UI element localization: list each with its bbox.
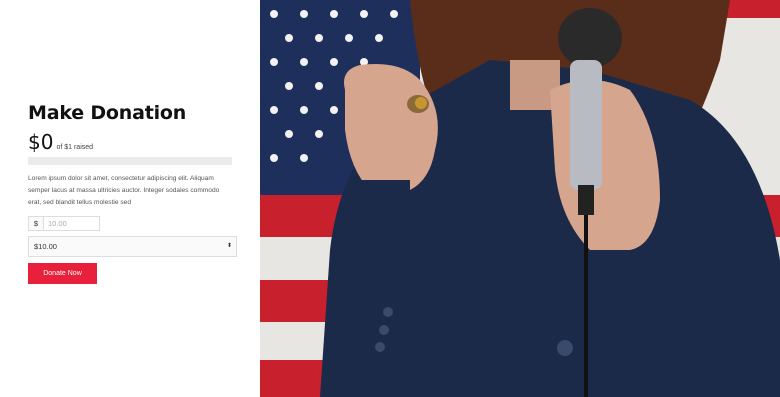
- amount-field-group: $: [28, 216, 100, 231]
- donation-title: Make Donation: [28, 102, 187, 124]
- currency-symbol: $: [28, 216, 43, 231]
- donation-panel: Make Donation $0 of $1 raised Lorem ipsu…: [0, 0, 260, 397]
- amount-raised: $0: [28, 130, 54, 154]
- raised-summary: $0 of $1 raised: [28, 130, 93, 154]
- donate-now-button[interactable]: Donate Now: [28, 263, 97, 284]
- select-arrows-icon: ⬍: [226, 243, 232, 249]
- amount-input[interactable]: [43, 216, 100, 231]
- donation-progress-bar: [28, 157, 232, 165]
- hero-image: [260, 0, 780, 397]
- hero-photo: [260, 0, 780, 397]
- amount-select-value: $10.00: [34, 242, 57, 251]
- raised-goal-text: of $1 raised: [56, 144, 94, 151]
- amount-select[interactable]: $10.00 ⬍: [28, 236, 237, 257]
- donation-description: Lorem ipsum dolor sit amet, consectetur …: [28, 175, 220, 206]
